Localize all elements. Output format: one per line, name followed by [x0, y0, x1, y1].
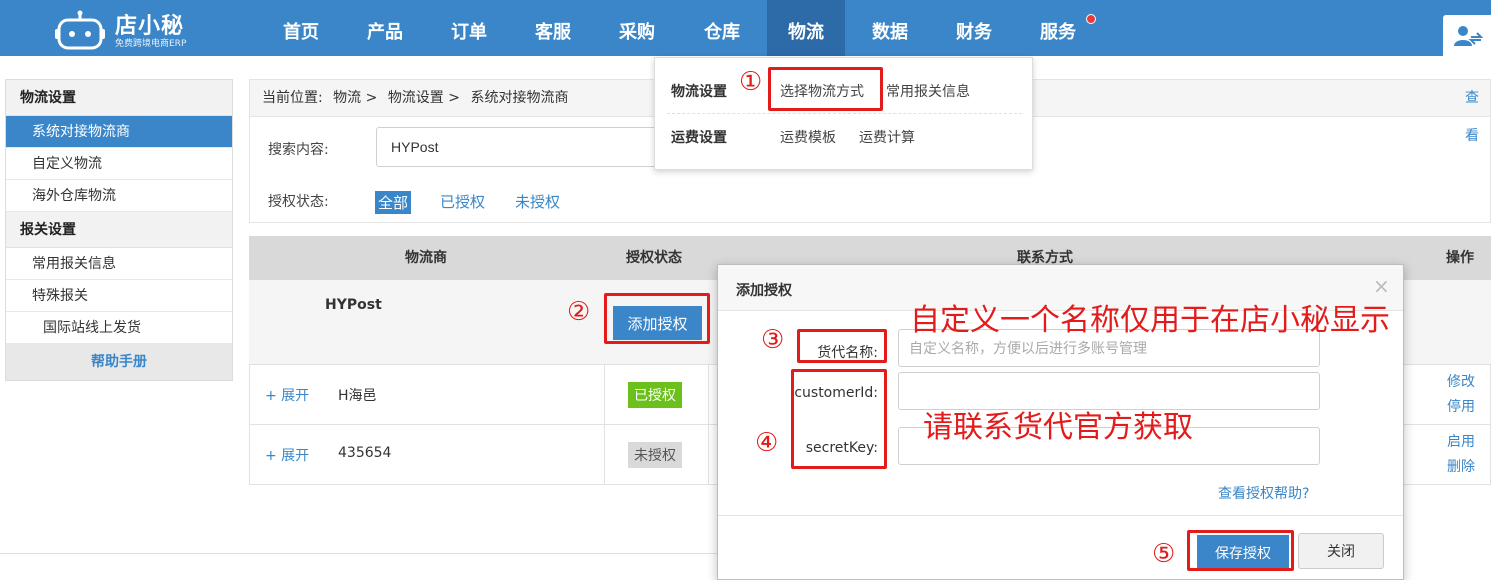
annotation-number-5: ⑤: [1152, 539, 1176, 569]
dialog-title: 添加授权: [736, 283, 792, 299]
close-dialog-button[interactable]: 关闭: [1298, 533, 1384, 569]
column-divider: [708, 365, 709, 425]
column-divider: [708, 425, 709, 485]
menu-item-freight-template[interactable]: 运费模板: [780, 127, 836, 147]
breadcrumb-label: 当前位置:: [262, 90, 323, 106]
annotation-box-forwarder-name: [797, 329, 887, 363]
dropdown-divider: [667, 113, 1022, 114]
delete-link[interactable]: 删除: [1447, 455, 1475, 480]
nav-products[interactable]: 产品: [346, 0, 424, 56]
status-badge-unauthorized: 未授权: [628, 442, 682, 468]
annotation-number-3: ③: [761, 325, 785, 355]
edit-link[interactable]: 修改: [1447, 370, 1475, 395]
status-badge-authorized: 已授权: [628, 382, 682, 408]
sidebar-item-custom-logistics[interactable]: 自定义物流: [6, 148, 232, 180]
account-name: H海邑: [338, 388, 377, 404]
top-nav-bar: 店小秘 免费跨境电商ERP 首页 产品 订单 客服 采购 仓库 物流 数据 财务…: [0, 0, 1491, 56]
sidebar-section-logistics-settings: 物流设置: [6, 80, 232, 116]
nav-home[interactable]: 首页: [262, 0, 340, 56]
column-divider: [604, 365, 605, 425]
column-header-actions: 操作: [1446, 250, 1474, 266]
nav-logistics[interactable]: 物流: [767, 0, 845, 56]
auth-status-label: 授权状态:: [268, 194, 329, 210]
nav-warehouse[interactable]: 仓库: [683, 0, 761, 56]
notification-dot: [1086, 14, 1096, 24]
column-divider: [604, 425, 605, 485]
help-manual-link[interactable]: 帮助手册: [6, 344, 232, 380]
column-header-auth-status: 授权状态: [626, 250, 682, 266]
brand-subtitle: 免费跨境电商ERP: [115, 39, 187, 49]
nav-finance[interactable]: 财务: [935, 0, 1013, 56]
enable-link[interactable]: 启用: [1447, 430, 1475, 455]
annotation-number-2: ②: [567, 297, 591, 327]
sidebar-item-special-customs[interactable]: 特殊报关: [6, 280, 232, 312]
sidebar-section-customs-settings: 报关设置: [6, 212, 232, 248]
breadcrumb-item-logistics-settings[interactable]: 物流设置 >: [388, 90, 460, 106]
column-header-carrier: 物流商: [405, 250, 447, 266]
annotation-box-save-button: [1187, 530, 1294, 571]
filter-tag-unauthorized[interactable]: 未授权: [515, 191, 560, 212]
authorization-help-link[interactable]: 查看授权帮助?: [1218, 483, 1309, 503]
sidebar-item-intl-online-shipping[interactable]: 国际站线上发货: [6, 312, 232, 344]
dropdown-group-freight-settings: 运费设置: [671, 130, 727, 146]
nav-data[interactable]: 数据: [851, 0, 929, 56]
annotation-note-name: 自定义一个名称仅用于在店小秘显示: [910, 303, 1390, 338]
expand-button[interactable]: + 展开: [265, 445, 309, 465]
carrier-group-name: HYPost: [325, 297, 382, 313]
menu-item-freight-calculator[interactable]: 运费计算: [859, 127, 915, 147]
account-name: 435654: [338, 445, 392, 461]
annotation-box-select-shipping-method: [768, 67, 883, 111]
nav-service[interactable]: 服务: [1019, 0, 1097, 56]
search-label: 搜索内容:: [268, 142, 329, 158]
expand-button[interactable]: + 展开: [265, 385, 309, 405]
sidebar-item-system-carriers[interactable]: 系统对接物流商: [6, 116, 232, 148]
breadcrumb-item-logistics[interactable]: 物流 >: [333, 90, 377, 106]
menu-item-common-customs[interactable]: 常用报关信息: [886, 81, 970, 101]
sidebar-item-common-customs[interactable]: 常用报关信息: [6, 248, 232, 280]
breadcrumb-item-current: 系统对接物流商: [470, 90, 569, 106]
disable-link[interactable]: 停用: [1447, 395, 1475, 420]
filter-tag-all[interactable]: 全部: [375, 191, 412, 214]
dialog-footer-divider: [718, 515, 1403, 516]
robot-logo-icon: [55, 10, 105, 50]
nav-orders[interactable]: 订单: [430, 0, 508, 56]
page-bottom-divider: [0, 553, 717, 554]
user-menu[interactable]: [1443, 15, 1491, 56]
annotation-number-1: ①: [739, 67, 763, 97]
filter-tag-authorized[interactable]: 已授权: [440, 191, 485, 212]
nav-customer-service[interactable]: 客服: [514, 0, 592, 56]
annotation-box-add-authorization: [604, 293, 710, 344]
search-input[interactable]: [376, 127, 666, 167]
annotation-number-4: ④: [755, 428, 779, 458]
annotation-note-keys: 请联系货代官方获取: [923, 410, 1193, 445]
user-icon: [1454, 26, 1483, 46]
dropdown-group-logistics-settings: 物流设置: [671, 84, 727, 100]
sidebar: 物流设置 系统对接物流商 自定义物流 海外仓库物流 报关设置 常用报关信息 特殊…: [5, 79, 233, 381]
logo[interactable]: 店小秘 免费跨境电商ERP: [55, 6, 205, 50]
sidebar-item-overseas-warehouse[interactable]: 海外仓库物流: [6, 180, 232, 212]
annotation-box-credentials: [791, 369, 887, 469]
nav-purchase[interactable]: 采购: [598, 0, 676, 56]
